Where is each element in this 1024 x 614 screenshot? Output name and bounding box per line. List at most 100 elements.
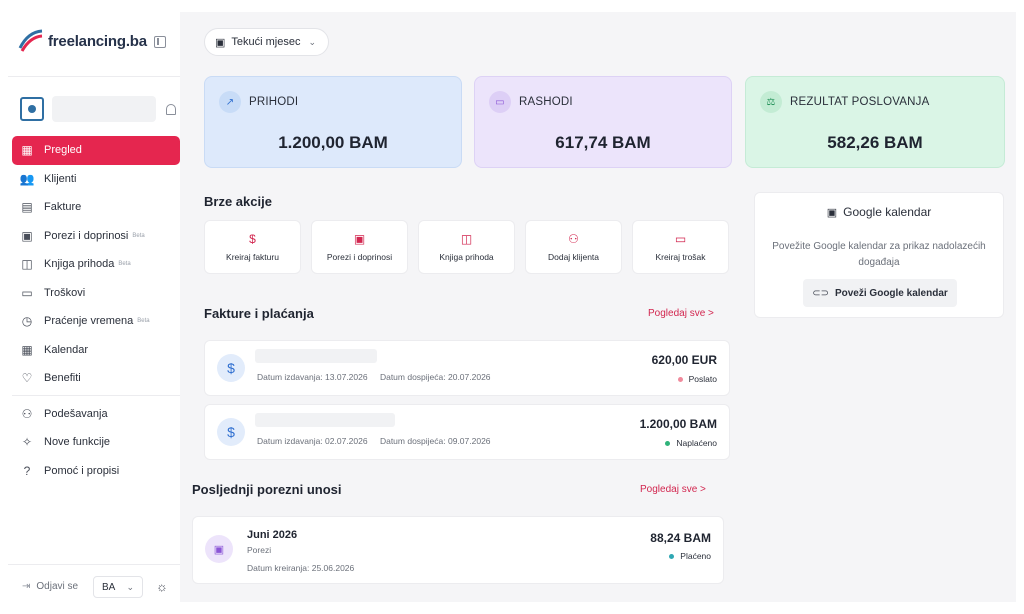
beta-badge: Beta	[132, 232, 145, 239]
sidebar-item-label: Knjiga prihoda	[44, 258, 115, 271]
invoice-dates: Datum izdavanja: 02.07.2026 Datum dospij…	[257, 436, 501, 446]
invoices-title: Fakture i plaćanja	[204, 306, 314, 321]
brand-logo[interactable]: freelancing.ba	[18, 26, 147, 56]
book-icon: ◫	[21, 257, 33, 272]
sidebar-item-label: Praćenje vremena	[44, 315, 134, 328]
invoice-row[interactable]: $ Datum izdavanja: 13.07.2026 Datum dosp…	[204, 340, 730, 396]
period-select[interactable]: ▣ Tekući mjesec ⌄	[204, 28, 330, 56]
sidebar: freelancing.ba ▦ Pregled 👥 Klijenti ▤ Fa…	[8, 12, 180, 602]
due-date: Datum dospijeća: 09.07.2026	[379, 436, 491, 446]
sidebar-item-fakture[interactable]: ▤ Fakture	[12, 193, 180, 222]
invoice-row[interactable]: $ Datum izdavanja: 02.07.2026 Datum dosp…	[204, 404, 730, 460]
google-calendar-title: Google kalendar	[843, 205, 932, 219]
dashboard-icon: ▦	[21, 143, 33, 158]
sidebar-item-label: Benefiti	[44, 372, 81, 385]
logout-button[interactable]: ⇥ Odjavi se	[22, 581, 78, 592]
quick-action-create-expense[interactable]: ▭ Kreiraj trošak	[632, 220, 729, 274]
divider	[12, 394, 180, 396]
sidebar-item-pracenje-vremena[interactable]: ◷ Praćenje vremena Beta	[12, 307, 180, 336]
organization-switcher[interactable]	[20, 94, 160, 124]
status-dot	[669, 553, 675, 559]
sidebar-item-label: Porezi i doprinosi	[44, 229, 129, 242]
logout-icon: ⇥	[22, 581, 31, 592]
stat-label: REZULTAT POSLOVANJA	[790, 96, 930, 108]
google-calendar-card: ▣ Google kalendar Povežite Google kalend…	[754, 192, 1004, 318]
status-dot	[665, 440, 671, 446]
sidebar-item-label: Nove funkcije	[44, 436, 111, 449]
quick-action-label: Dodaj klijenta	[547, 252, 600, 262]
status-label: Poslato	[688, 374, 717, 384]
sidebar-item-porezi[interactable]: ▣ Porezi i doprinosi Beta	[12, 222, 180, 251]
google-calendar-description: Povežite Google kalendar za prikaz nadol…	[772, 241, 986, 268]
users-icon: 👥	[19, 171, 35, 186]
document-icon: ▤	[21, 200, 33, 215]
sidebar-item-klijenti[interactable]: 👥 Klijenti	[12, 165, 180, 194]
sidebar-item-nove-funkcije[interactable]: ✧ Nove funkcije	[12, 428, 180, 457]
invoice-amount: 620,00 EUR	[651, 353, 717, 367]
stat-card-result: ⚖ REZULTAT POSLOVANJA 582,26 BAM	[745, 76, 1005, 168]
heart-icon: ♡	[21, 371, 33, 386]
tax-entries-see-all-link[interactable]: Pogledaj sve >	[640, 484, 706, 495]
tax-entry-subtitle: Porezi	[247, 545, 272, 555]
sidebar-item-podesavanja[interactable]: ⚇ Podešavanja	[12, 400, 180, 429]
tax-entries-title: Posljednji porezni unosi	[192, 482, 342, 497]
trend-up-icon: ↗	[219, 91, 241, 113]
quick-action-label: Porezi i doprinosi	[326, 252, 393, 262]
stat-value: 582,26 BAM	[827, 133, 923, 152]
sidebar-item-knjiga-prihoda[interactable]: ◫ Knjiga prihoda Beta	[12, 250, 180, 279]
sidebar-item-label: Kalendar	[44, 343, 89, 356]
sidebar-item-kalendar[interactable]: ▦ Kalendar	[12, 336, 180, 365]
sidebar-collapse-icon[interactable]	[154, 36, 166, 48]
status-badge: Naplaćeno	[665, 438, 717, 448]
dollar-icon: $	[217, 354, 245, 382]
tax-entry-date: Datum kreiranja: 25.06.2026	[247, 563, 355, 573]
calendar-icon: ▦	[21, 342, 33, 357]
brand-mark-icon	[18, 29, 43, 52]
sidebar-item-troskovi[interactable]: ▭ Troškovi	[12, 279, 180, 308]
client-name-placeholder	[255, 349, 377, 363]
sidebar-item-benefiti[interactable]: ♡ Benefiti	[12, 364, 180, 393]
tax-doc-icon: ▣	[205, 535, 233, 563]
connect-google-calendar-button[interactable]: ⊂⊃ Poveži Google kalendar	[803, 279, 957, 307]
logout-label: Odjavi se	[36, 581, 79, 592]
clock-icon: ◷	[21, 314, 33, 329]
divider	[8, 76, 180, 77]
sun-icon[interactable]: ☼	[156, 579, 168, 594]
beta-badge: Beta	[118, 261, 131, 268]
quick-action-label: Kreiraj fakturu	[226, 252, 279, 262]
help-icon: ?	[23, 463, 31, 478]
dollar-icon: $	[249, 232, 256, 246]
quick-action-create-invoice[interactable]: $ Kreiraj fakturu	[204, 220, 301, 274]
status-badge: Poslato	[677, 374, 717, 384]
stat-value: 1.200,00 BAM	[278, 133, 388, 152]
sidebar-item-pregled[interactable]: ▦ Pregled	[12, 136, 180, 165]
issue-date: Datum izdavanja: 02.07.2026	[257, 436, 368, 446]
quick-action-label: Kreiraj trošak	[655, 252, 706, 262]
sparkle-icon: ✧	[21, 435, 33, 450]
tax-entry-row[interactable]: ▣ Juni 2026 Porezi Datum kreiranja: 25.0…	[192, 516, 724, 584]
quick-action-add-client[interactable]: ⚇ Dodaj klijenta	[525, 220, 622, 274]
connect-label: Poveži Google kalendar	[834, 287, 948, 299]
chevron-down-icon: ⌄	[308, 36, 317, 47]
calendar-icon: ▣	[215, 36, 226, 49]
tax-entry-title: Juni 2026	[247, 529, 298, 541]
quick-actions-title: Brze akcije	[204, 194, 272, 209]
status-dot	[677, 376, 683, 382]
stat-card-expenses: ▭ RASHODI 617,74 BAM	[474, 76, 732, 168]
quick-action-income-book[interactable]: ◫ Knjiga prihoda	[418, 220, 515, 274]
invoices-see-all-link[interactable]: Pogledaj sve >	[648, 308, 714, 319]
bell-icon[interactable]	[166, 104, 176, 115]
quick-action-taxes[interactable]: ▣ Porezi i doprinosi	[311, 220, 408, 274]
sidebar-item-pomoc[interactable]: ? Pomoć i propisi	[12, 457, 180, 486]
dollar-icon: $	[217, 418, 245, 446]
language-select[interactable]: BA ⌄	[93, 576, 143, 598]
quick-action-label: Knjiga prihoda	[439, 252, 494, 262]
sidebar-item-label: Klijenti	[44, 172, 77, 185]
beta-badge: Beta	[137, 318, 150, 325]
invoice-dates: Datum izdavanja: 13.07.2026 Datum dospij…	[257, 372, 501, 382]
stat-card-income: ↗ PRIHODI 1.200,00 BAM	[204, 76, 462, 168]
due-date: Datum dospijeća: 20.07.2026	[379, 372, 491, 382]
issue-date: Datum izdavanja: 13.07.2026	[257, 372, 368, 382]
wallet-icon: ▭	[21, 285, 33, 300]
org-name-placeholder	[52, 96, 156, 122]
